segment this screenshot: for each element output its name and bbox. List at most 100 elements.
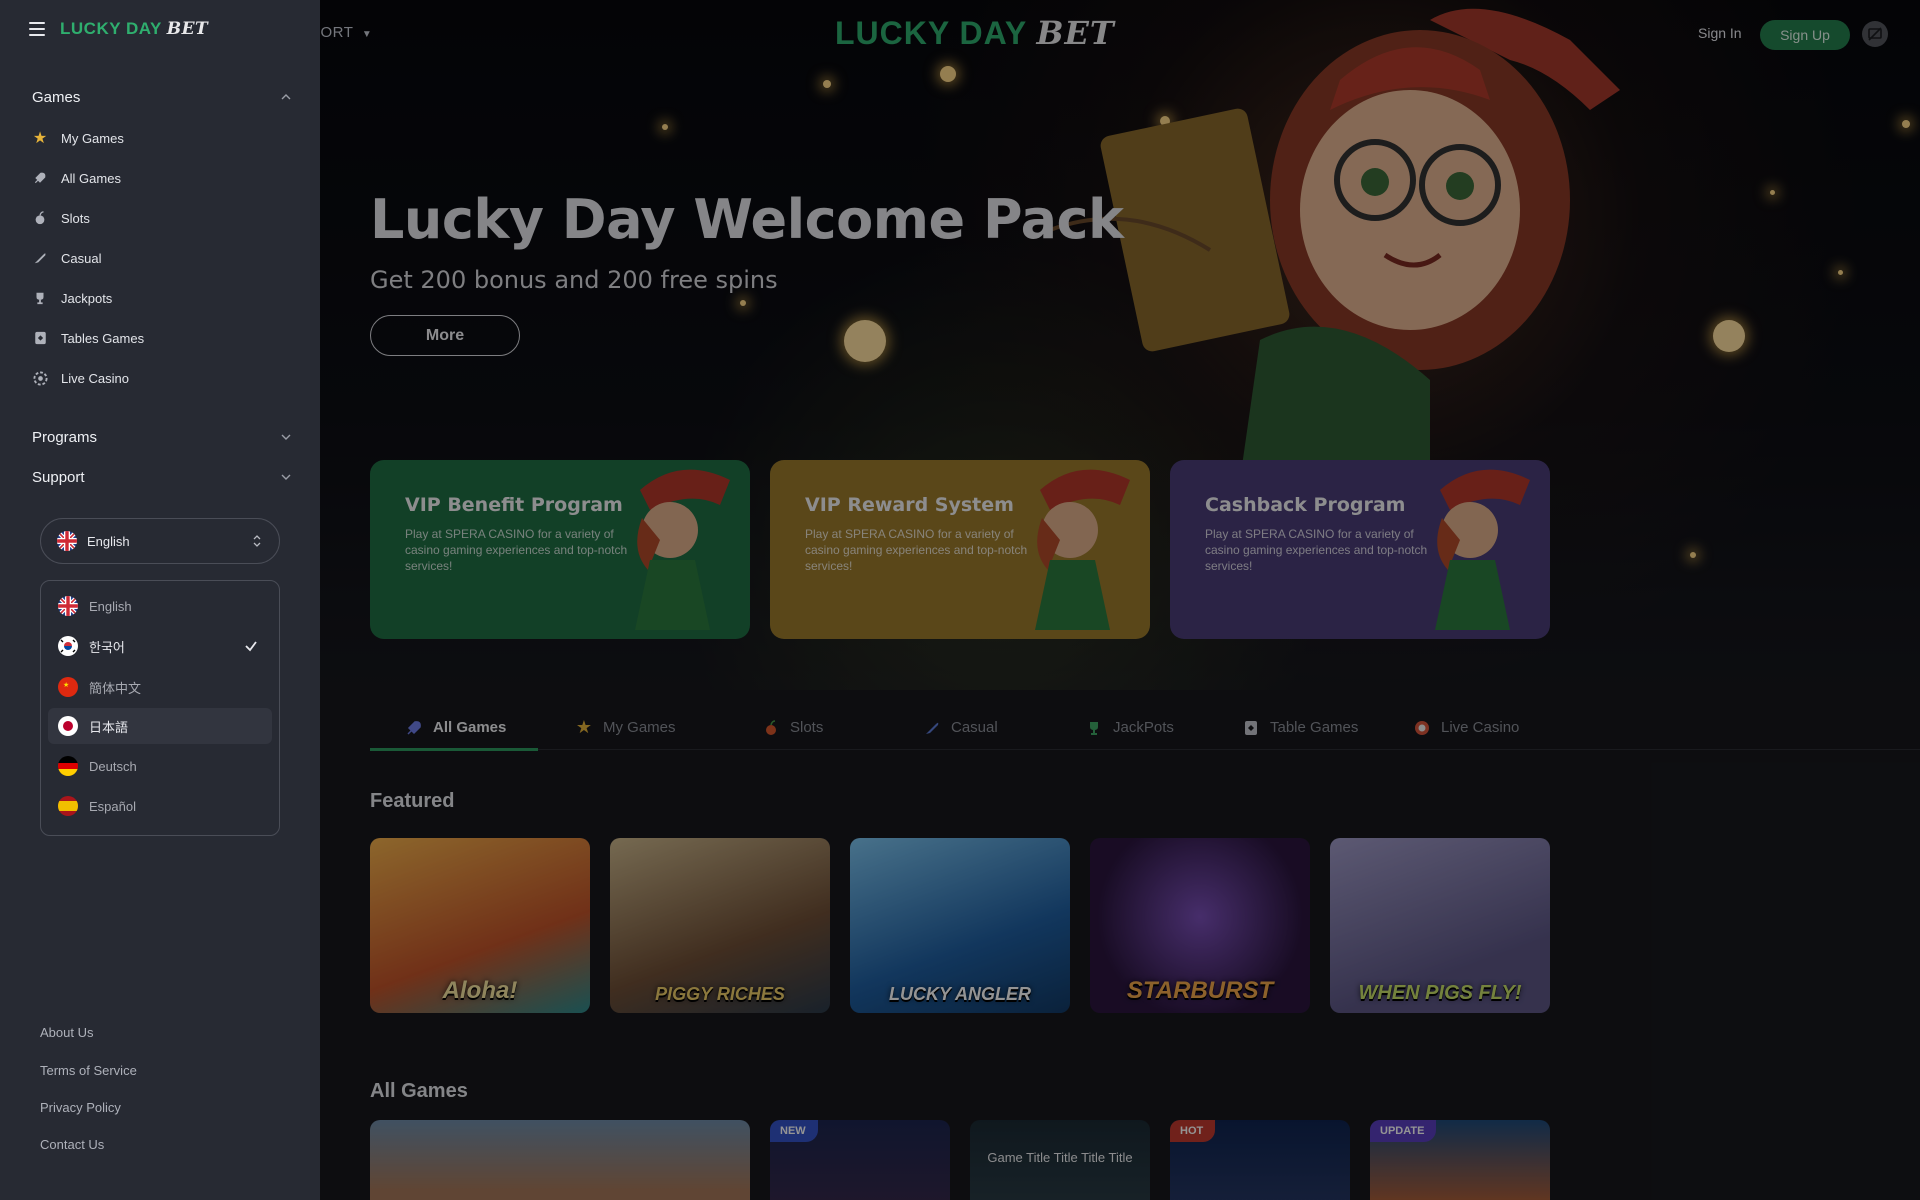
sparkle bbox=[662, 124, 668, 130]
sparkle bbox=[1838, 270, 1843, 275]
game-card[interactable]: Game Title Title Title Title bbox=[970, 1120, 1150, 1200]
chip-icon bbox=[32, 370, 48, 386]
sign-up-button[interactable]: Sign Up bbox=[1760, 20, 1850, 50]
promo-card-vip-benefit[interactable]: VIP Benefit Program Play at SPERA CASINO… bbox=[370, 460, 750, 639]
sidebar-item-label: Live Casino bbox=[61, 370, 129, 386]
language-option-spanish[interactable]: Español bbox=[48, 788, 272, 824]
jp-flag-icon bbox=[58, 716, 78, 736]
sidebar-item-casual[interactable]: Casual bbox=[32, 243, 292, 273]
sidebar-item-all-games[interactable]: All Games bbox=[32, 163, 292, 193]
game-card[interactable]: HOT bbox=[1170, 1120, 1350, 1200]
game-card[interactable] bbox=[370, 1120, 750, 1200]
language-option-label: English bbox=[89, 598, 132, 614]
display-settings-icon[interactable] bbox=[1862, 21, 1888, 47]
card-icon bbox=[1242, 719, 1260, 737]
sidebar-item-my-games[interactable]: ★ My Games bbox=[32, 123, 292, 153]
language-option-label: 한국어 bbox=[89, 639, 125, 655]
all-games-section-title: All Games bbox=[370, 1080, 468, 1102]
tab-slots[interactable]: Slots bbox=[762, 705, 823, 750]
tab-label: All Games bbox=[433, 719, 507, 736]
featured-game-thumbnail[interactable]: PIGGY RICHES bbox=[610, 838, 830, 1013]
cherry-icon bbox=[32, 210, 48, 226]
rocket-icon bbox=[405, 719, 423, 737]
es-flag-icon bbox=[58, 796, 78, 816]
promo-card-vip-reward[interactable]: VIP Reward System Play at SPERA CASINO f… bbox=[770, 460, 1150, 639]
language-option-label: 日本語 bbox=[89, 719, 129, 735]
trophy-icon bbox=[32, 290, 48, 306]
sidebar-item-label: My Games bbox=[61, 130, 124, 146]
sparkle bbox=[844, 320, 886, 362]
language-option-german[interactable]: Deutsch bbox=[48, 748, 272, 784]
menu-icon[interactable] bbox=[29, 22, 45, 36]
chip-icon bbox=[1413, 719, 1431, 737]
featured-game-thumbnail[interactable]: Aloha! bbox=[370, 838, 590, 1013]
chevron-down-icon bbox=[280, 471, 292, 483]
sidebar-group-games[interactable]: Games bbox=[32, 84, 292, 110]
game-category-tabs: All Games ★ My Games Slots Casual JackPo… bbox=[370, 705, 1920, 751]
tab-label: Live Casino bbox=[1441, 719, 1520, 736]
footer-link-contact[interactable]: Contact Us bbox=[40, 1137, 104, 1152]
tab-table-games[interactable]: Table Games bbox=[1242, 705, 1358, 750]
tab-all-games[interactable]: All Games bbox=[405, 705, 506, 750]
hot-badge: HOT bbox=[1170, 1120, 1216, 1142]
game-name: Aloha! bbox=[442, 977, 518, 1004]
game-card-title: Game Title Title Title Title bbox=[987, 1150, 1133, 1165]
sidebar-item-label: All Games bbox=[61, 170, 121, 186]
card-icon bbox=[32, 330, 48, 346]
game-card[interactable]: NEW bbox=[770, 1120, 950, 1200]
featured-game-thumbnail[interactable]: WHEN PIGS FLY! bbox=[1330, 838, 1550, 1013]
sparkle bbox=[740, 300, 746, 306]
logo-text: LUCKY DAY bbox=[60, 19, 162, 38]
feather-icon bbox=[32, 250, 48, 266]
de-flag-icon bbox=[58, 756, 78, 776]
language-option-label: Deutsch bbox=[89, 758, 137, 774]
tab-casual[interactable]: Casual bbox=[923, 705, 998, 750]
feather-icon bbox=[923, 719, 941, 737]
sparkle bbox=[1770, 190, 1775, 195]
hero-more-button[interactable]: More bbox=[370, 315, 520, 356]
sidebar-item-jackpots[interactable]: Jackpots bbox=[32, 283, 292, 313]
sidebar-item-live-casino[interactable]: Live Casino bbox=[32, 363, 292, 393]
update-badge: UPDATE bbox=[1370, 1120, 1437, 1142]
sidebar-item-label: Casual bbox=[61, 250, 102, 266]
promo-card-cashback[interactable]: Cashback Program Play at SPERA CASINO fo… bbox=[1170, 460, 1550, 639]
uk-flag-icon bbox=[57, 531, 77, 551]
chevron-down-icon bbox=[280, 431, 292, 443]
tab-label: JackPots bbox=[1113, 719, 1174, 736]
language-option-label: Español bbox=[89, 798, 136, 814]
svg-text:★: ★ bbox=[63, 681, 69, 689]
featured-section-title: Featured bbox=[370, 790, 455, 812]
language-select[interactable]: English bbox=[40, 518, 280, 564]
site-logo[interactable]: LUCKY DAY BET bbox=[835, 14, 1115, 52]
tab-label: Table Games bbox=[1270, 719, 1359, 736]
game-card[interactable]: UPDATE bbox=[1370, 1120, 1550, 1200]
featured-game-thumbnail[interactable]: STARBURST bbox=[1090, 838, 1310, 1013]
group-label: Programs bbox=[32, 428, 98, 446]
game-name: STARBURST bbox=[1126, 977, 1274, 1004]
tab-jackpots[interactable]: JackPots bbox=[1085, 705, 1174, 750]
footer-link-about[interactable]: About Us bbox=[40, 1025, 93, 1040]
tab-label: My Games bbox=[603, 719, 676, 736]
sidebar-group-support[interactable]: Support bbox=[32, 464, 292, 490]
sign-in-link[interactable]: Sign In bbox=[1698, 25, 1742, 41]
check-icon bbox=[245, 641, 257, 652]
footer-link-privacy[interactable]: Privacy Policy bbox=[40, 1100, 121, 1115]
tab-my-games[interactable]: ★ My Games bbox=[575, 705, 676, 750]
sidebar: LUCKY DAY BET Games ★ My Games All Games… bbox=[0, 0, 320, 1200]
sidebar-logo[interactable]: LUCKY DAY BET bbox=[60, 19, 208, 39]
language-option-korean[interactable]: 한국어 bbox=[48, 628, 272, 664]
sidebar-item-slots[interactable]: Slots bbox=[32, 203, 292, 233]
game-name: LUCKY ANGLER bbox=[888, 984, 1031, 1004]
group-label: Games bbox=[32, 88, 81, 106]
language-option-chinese[interactable]: ★ 簡体中文 bbox=[48, 669, 272, 705]
featured-game-thumbnail[interactable]: LUCKY ANGLER bbox=[850, 838, 1070, 1013]
footer-link-terms[interactable]: Terms of Service bbox=[40, 1063, 137, 1078]
caret-down-icon: ▼ bbox=[361, 29, 373, 40]
sidebar-item-tables-games[interactable]: Tables Games bbox=[32, 323, 292, 353]
star-icon: ★ bbox=[32, 130, 48, 147]
language-option-english[interactable]: English bbox=[48, 588, 272, 624]
sidebar-group-programs[interactable]: Programs bbox=[32, 424, 292, 450]
language-option-japanese[interactable]: 日本語 bbox=[48, 708, 272, 744]
tab-live-casino[interactable]: Live Casino bbox=[1413, 705, 1519, 750]
promo-title: VIP Benefit Program bbox=[405, 494, 623, 516]
